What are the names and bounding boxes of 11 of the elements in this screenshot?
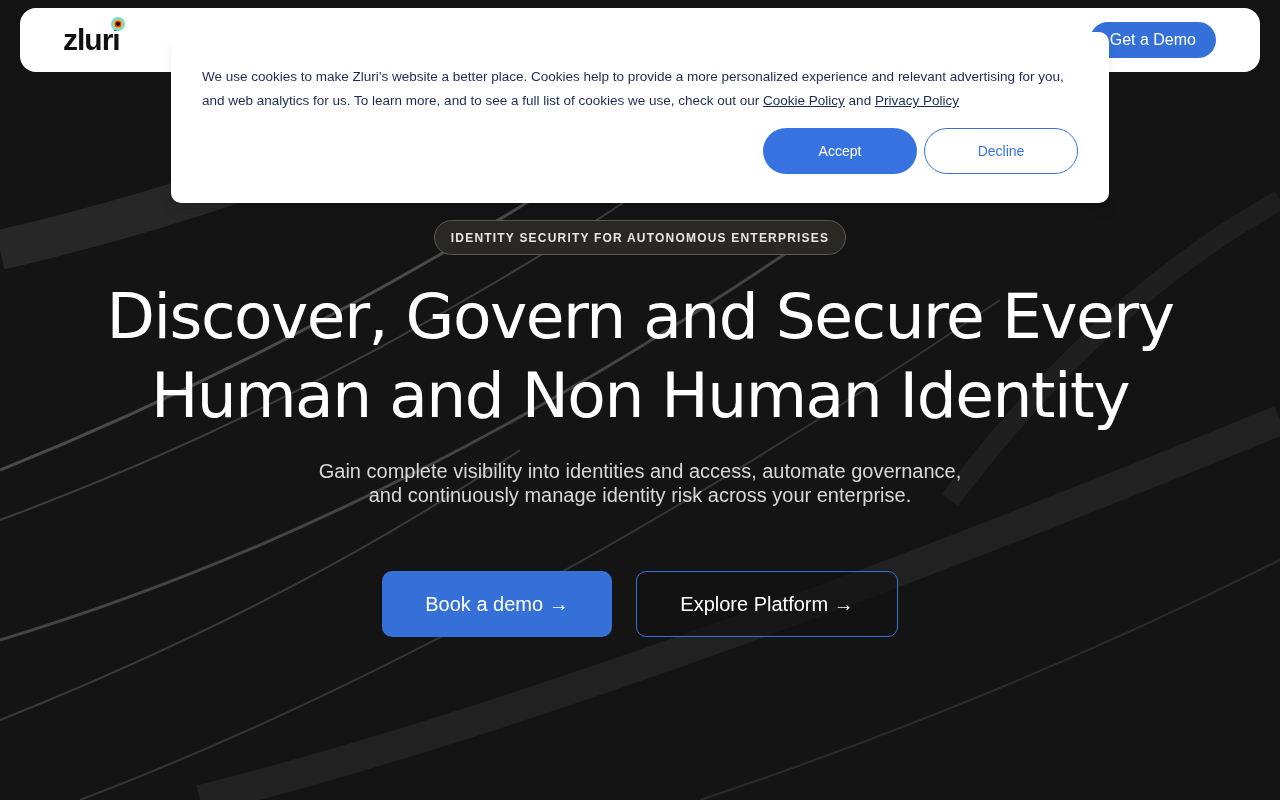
cookie-notice-text: We use cookies to make Zluri’s website a better place. Cookies help to provide a more personalized experience and relevant advertising for you, and web analytics for us. To learn more, and to see a full list of cookies we use, check out our Cookie Policy and Privacy Policy: [202, 68, 1065, 110]
hero-badge: IDENTITY SECURITY FOR AUTONOMOUS ENTERPRISES: [433, 220, 847, 255]
cookie-policy-link[interactable]: Cookie Policy: [763, 93, 845, 108]
book-demo-button[interactable]: Book a demo →: [382, 571, 612, 637]
explore-platform-button[interactable]: Explore Platform →: [636, 571, 898, 637]
hero-subtitle: Gain complete visibility into identities and access, automate governance, and continuously manage identity risk across your enterprise.: [318, 459, 962, 507]
accept-button[interactable]: Accept: [763, 128, 917, 174]
logo-wordmark[interactable]: zluri: [63, 25, 120, 55]
decline-button[interactable]: Decline: [924, 128, 1078, 174]
hero-headline: Discover, Govern and Secure Every Human and Non Human Identity: [106, 279, 1174, 434]
privacy-policy-link[interactable]: Privacy Policy: [874, 93, 959, 108]
